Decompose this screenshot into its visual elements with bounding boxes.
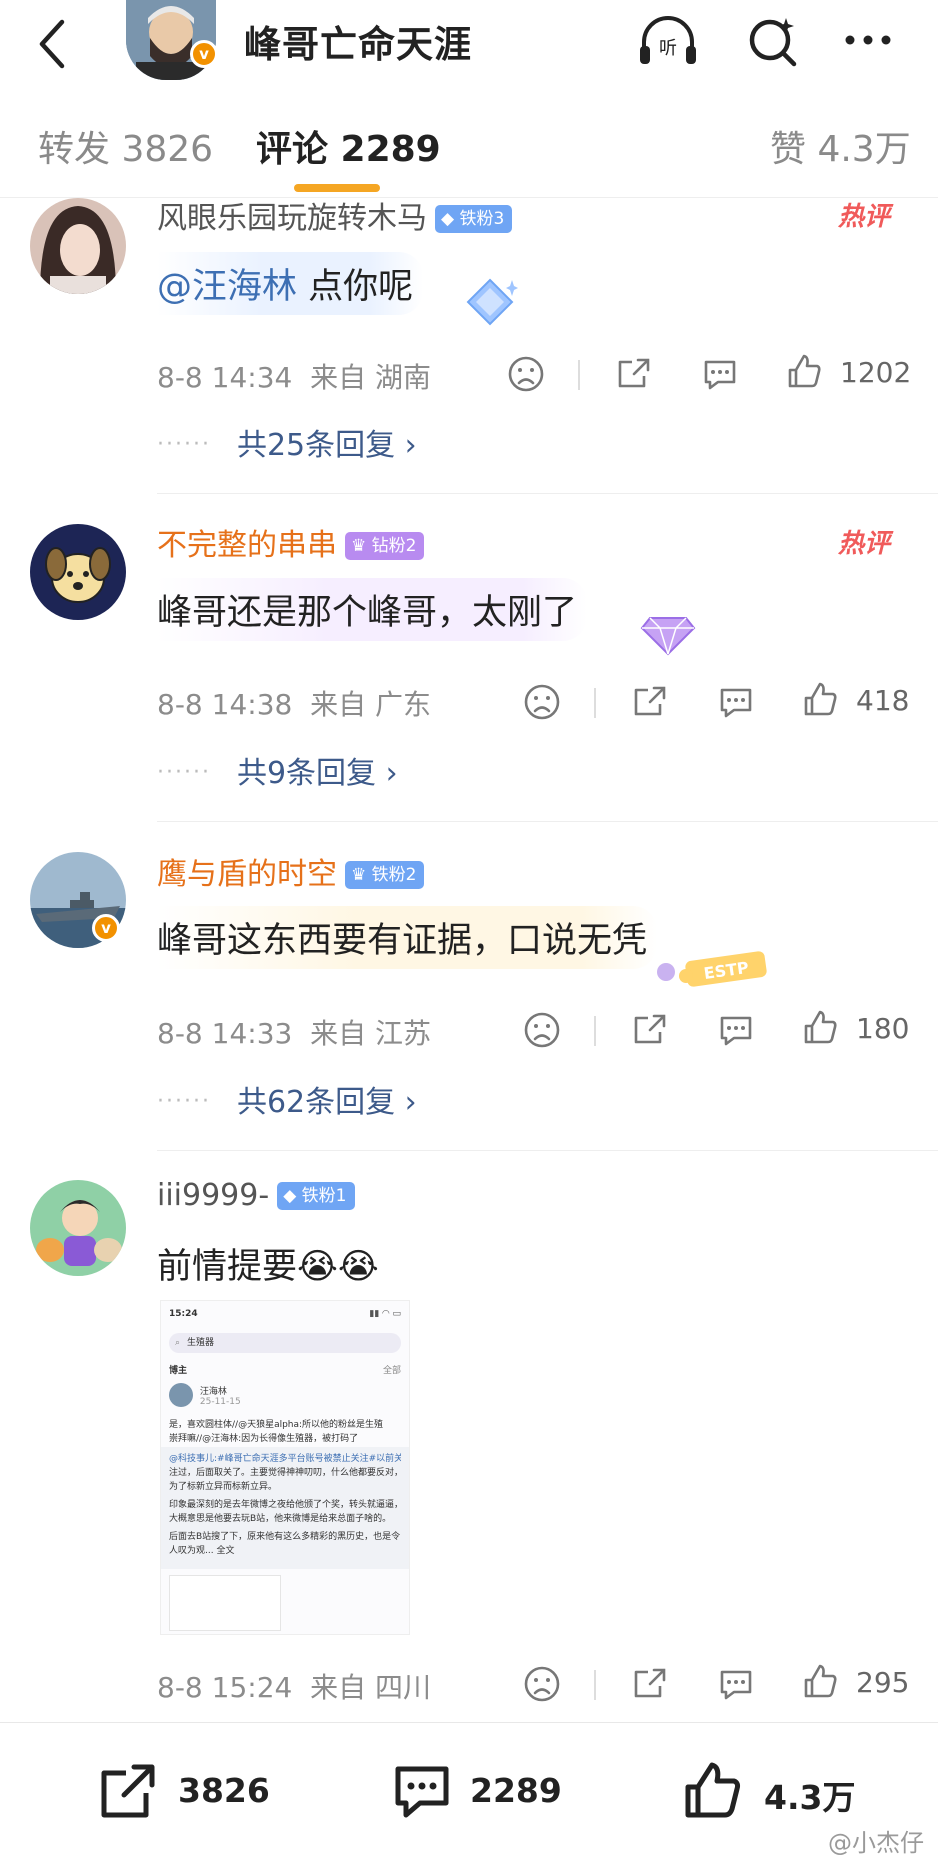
listen-icon[interactable]: 听 <box>632 8 704 72</box>
action-divider <box>594 1670 596 1700</box>
reply-icon[interactable] <box>716 1664 756 1704</box>
tab-reposts[interactable]: 转发 3826 <box>38 120 213 172</box>
comment-text: 峰哥还是那个峰哥，太刚了 <box>157 578 588 641</box>
action-divider <box>594 1016 596 1046</box>
comment-meta: 8-8 14:33 来自 江苏 <box>157 1017 432 1050</box>
tab-likes[interactable]: 赞 4.3万 <box>770 120 911 172</box>
like-count: 180 <box>856 1012 910 1045</box>
like-icon <box>685 1762 741 1818</box>
tab-comments[interactable]: 评论 2289 <box>256 120 441 172</box>
back-icon[interactable] <box>32 12 72 76</box>
share-icon[interactable] <box>630 682 670 722</box>
dislike-icon[interactable] <box>522 682 562 722</box>
like-icon[interactable] <box>784 352 824 392</box>
like-count: 418 <box>856 684 910 717</box>
hot-comment-badge: 热评 <box>837 202 890 232</box>
shot-section: 博主 <box>169 1366 188 1376</box>
fan-badge: ◆ 铁粉3 <box>435 205 513 233</box>
comment-text: 前情提要😭😭 <box>157 1247 379 1287</box>
view-replies-link[interactable]: ······ 共25条回复 › <box>157 420 417 464</box>
comment-button[interactable]: 2289 <box>390 1759 562 1823</box>
like-icon[interactable] <box>800 680 840 720</box>
commenter-avatar[interactable] <box>30 198 126 294</box>
repost-icon <box>101 1764 155 1818</box>
commenter-name[interactable]: 鹰与盾的时空 ♛ 铁粉2 <box>157 849 425 893</box>
commenter-name[interactable]: 不完整的串串 ♛ 钻粉2 <box>157 520 425 564</box>
mention-link[interactable]: @汪海林 <box>157 267 297 307</box>
comment-divider <box>157 821 938 822</box>
crying-emoji: 😭😭 <box>297 1247 379 1287</box>
shot-author: 汪海林 <box>199 1386 227 1397</box>
share-icon[interactable] <box>630 1010 670 1050</box>
reply-icon[interactable] <box>716 1010 756 1050</box>
like-icon[interactable] <box>800 1008 840 1048</box>
top-bar: v 峰哥亡命天涯 听 <box>0 0 938 88</box>
comment-icon <box>395 1766 449 1818</box>
dislike-icon[interactable] <box>522 1664 562 1704</box>
search-icon[interactable] <box>738 8 810 72</box>
like-total: 4.3万 <box>764 1778 856 1817</box>
watermark: @小杰仔 <box>828 1829 924 1857</box>
action-divider <box>594 688 596 718</box>
comment-meta: 8-8 14:38 来自 广东 <box>157 688 432 721</box>
shot-time: 15:24 <box>169 1309 198 1319</box>
share-icon[interactable] <box>630 1664 670 1704</box>
comment-divider <box>157 493 938 494</box>
share-icon[interactable] <box>614 354 654 394</box>
verified-icon: v <box>92 914 120 942</box>
comment-text: @汪海林 点你呢 <box>157 252 424 315</box>
commenter-name[interactable]: iii9999- ◆ 铁粉1 <box>157 1178 355 1213</box>
like-count: 295 <box>856 1666 910 1699</box>
reply-icon[interactable] <box>700 354 740 394</box>
comment-text: 峰哥这东西要有证据，口说无凭 <box>157 906 658 969</box>
diamond-decoration-icon <box>466 278 518 326</box>
hot-comment-badge: 热评 <box>837 529 890 559</box>
verified-icon: v <box>190 40 218 68</box>
page-title: 峰哥亡命天涯 <box>244 23 472 66</box>
repost-count: 3826 <box>178 1771 270 1810</box>
commenter-avatar[interactable] <box>30 524 126 620</box>
comment-divider <box>157 1150 938 1151</box>
commenter-avatar[interactable] <box>30 1180 126 1276</box>
action-divider <box>578 360 580 390</box>
like-count: 1202 <box>840 356 912 389</box>
fan-badge: ♛ 钻粉2 <box>345 532 425 560</box>
view-replies-link[interactable]: ······ 共62条回复 › <box>157 1077 417 1121</box>
comment-meta: 8-8 14:34 来自 湖南 <box>157 361 432 394</box>
shot-search: 生殖器 <box>187 1338 215 1348</box>
comment-image[interactable]: 15:24 ▮▮ ◠ ▭ ⌕ 生殖器 博主 全部 汪海林 25-11-15 是，… <box>160 1300 410 1635</box>
tab-bar: 转发 3826 评论 2289 赞 4.3万 <box>0 88 938 198</box>
comment-meta: 8-8 15:24 来自 四川 <box>157 1671 432 1704</box>
comment-count: 2289 <box>470 1771 562 1810</box>
like-icon[interactable] <box>800 1662 840 1702</box>
sticker-decoration-icon: ESTP <box>657 951 767 987</box>
dislike-icon[interactable] <box>506 354 546 394</box>
shot-all: 全部 <box>382 1366 401 1376</box>
more-icon[interactable] <box>834 8 906 72</box>
svg-text:听: 听 <box>659 38 677 59</box>
repost-button[interactable]: 3826 <box>96 1759 270 1823</box>
reply-icon[interactable] <box>716 682 756 722</box>
commenter-name[interactable]: 风眼乐园玩旋转木马 ◆ 铁粉3 <box>157 193 513 237</box>
fan-badge: ◆ 铁粉1 <box>277 1182 355 1210</box>
gem-decoration-icon <box>640 617 696 656</box>
fan-badge: ♛ 铁粉2 <box>345 861 425 889</box>
view-replies-link[interactable]: ······ 共9条回复 › <box>157 748 398 792</box>
dislike-icon[interactable] <box>522 1010 562 1050</box>
like-button[interactable]: 4.3万 <box>680 1759 860 1823</box>
bottom-action-bar: 3826 2289 4.3万 @小杰仔 <box>0 1722 938 1859</box>
active-tab-indicator <box>294 184 380 192</box>
